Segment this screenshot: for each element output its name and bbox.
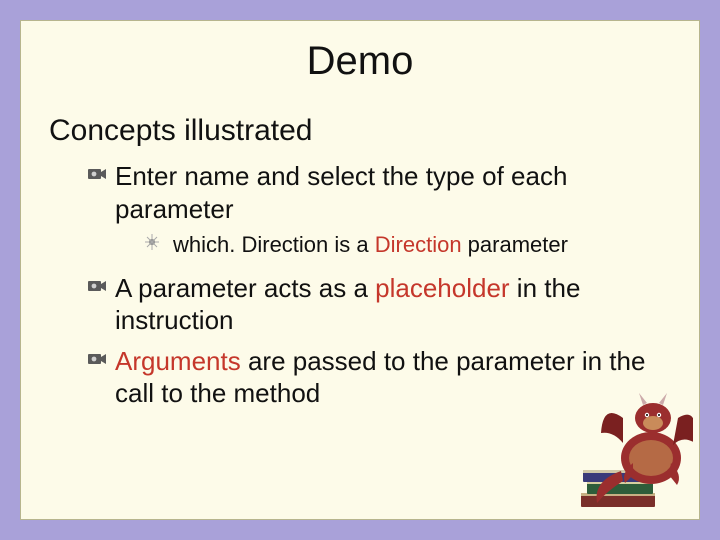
camera-bullet-icon xyxy=(87,165,107,183)
camera-bullet-icon xyxy=(87,350,107,368)
bullet-text-a: A parameter acts as a xyxy=(115,273,375,303)
bullet-highlight: placeholder xyxy=(375,273,509,303)
slide-background: Demo Concepts illustrated Enter name and… xyxy=(0,0,720,540)
bullet-item: A parameter acts as a placeholder in the… xyxy=(87,272,671,337)
camera-bullet-icon xyxy=(87,277,107,295)
slide-body: Demo Concepts illustrated Enter name and… xyxy=(20,20,700,520)
bullet-item: Arguments are passed to the parameter in… xyxy=(87,345,671,410)
sub-bullet-suffix: parameter xyxy=(462,232,568,257)
bullet-list: Enter name and select the type of each p… xyxy=(49,160,671,410)
spark-bullet-icon xyxy=(145,234,163,250)
bullet-item: Enter name and select the type of each p… xyxy=(87,160,671,260)
bullet-text: Enter name and select the type of each p… xyxy=(115,161,567,224)
slide-subtitle: Concepts illustrated xyxy=(49,114,671,148)
sub-bullet-highlight: Direction xyxy=(375,232,462,257)
sub-bullet-item: which. Direction is a Direction paramete… xyxy=(145,231,671,260)
sub-bullet-prefix: which. Direction is a xyxy=(173,232,375,257)
slide-title: Demo xyxy=(49,39,671,84)
bullet-highlight: Arguments xyxy=(115,346,241,376)
